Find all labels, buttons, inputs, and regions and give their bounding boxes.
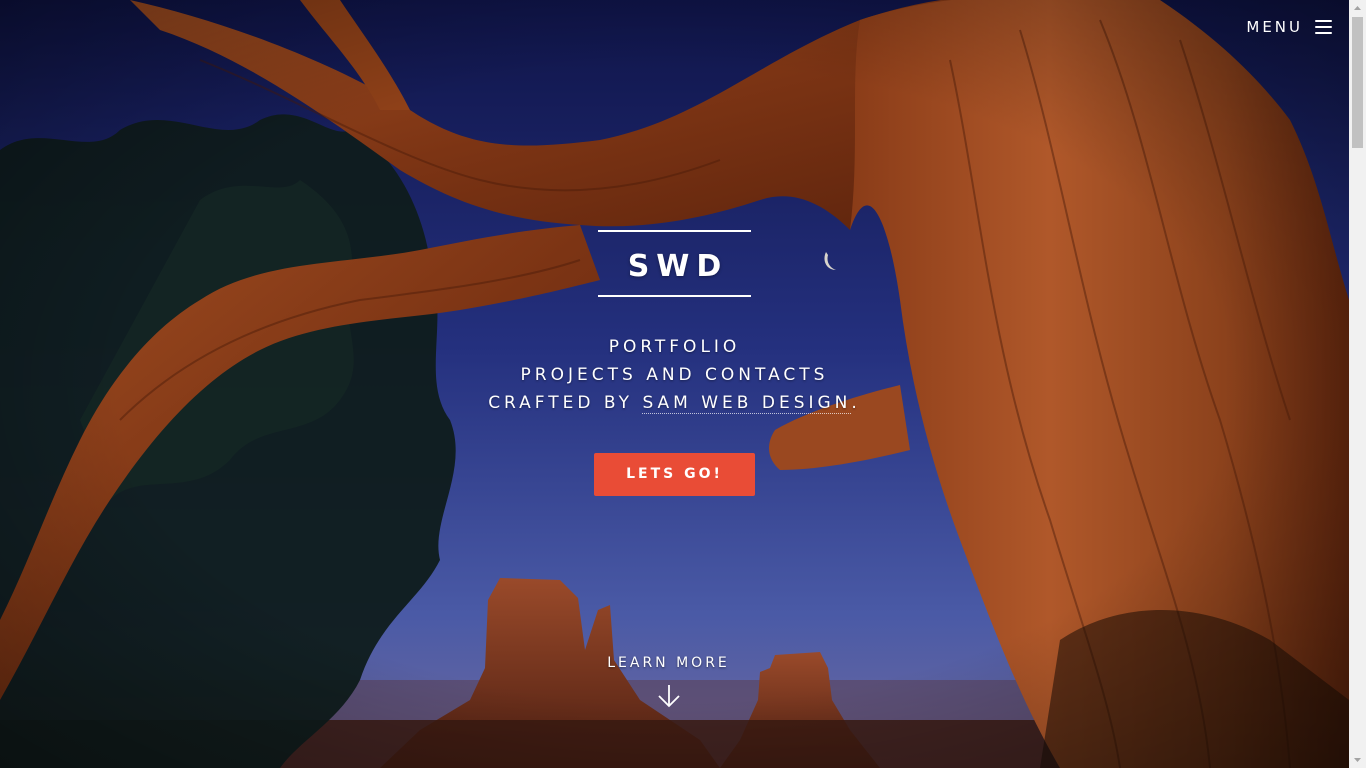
lets-go-button[interactable]: LETS GO! (594, 453, 755, 496)
page: MENU SWD PORTFOLIO PROJECTS AND CONTACTS… (0, 0, 1366, 768)
tagline-suffix: . (851, 393, 861, 413)
tagline: PORTFOLIO PROJECTS AND CONTACTS CRAFTED … (0, 333, 1349, 417)
site-title-frame: SWD (598, 230, 751, 297)
hero-banner: SWD PORTFOLIO PROJECTS AND CONTACTS CRAF… (0, 230, 1349, 496)
author-link[interactable]: SAM WEB DESIGN (642, 393, 852, 414)
site-title: SWD (627, 249, 729, 284)
arrow-down-icon (657, 685, 680, 708)
tagline-line-3: CRAFTED BY SAM WEB DESIGN. (0, 389, 1349, 417)
scrollbar-thumb[interactable] (1352, 17, 1363, 148)
tagline-line-2: PROJECTS AND CONTACTS (520, 365, 829, 385)
menu-label: MENU (1246, 18, 1303, 36)
learn-more-link[interactable]: LEARN MORE (0, 655, 1337, 709)
menu-button[interactable]: MENU (1246, 18, 1332, 36)
tagline-prefix: CRAFTED BY (488, 393, 643, 413)
vertical-scrollbar[interactable] (1349, 0, 1366, 768)
hamburger-icon (1315, 20, 1332, 34)
tagline-line-1: PORTFOLIO (608, 337, 741, 357)
scroll-up-icon[interactable] (1349, 0, 1366, 17)
learn-more-label: LEARN MORE (607, 655, 730, 671)
scroll-down-icon[interactable] (1349, 751, 1366, 768)
